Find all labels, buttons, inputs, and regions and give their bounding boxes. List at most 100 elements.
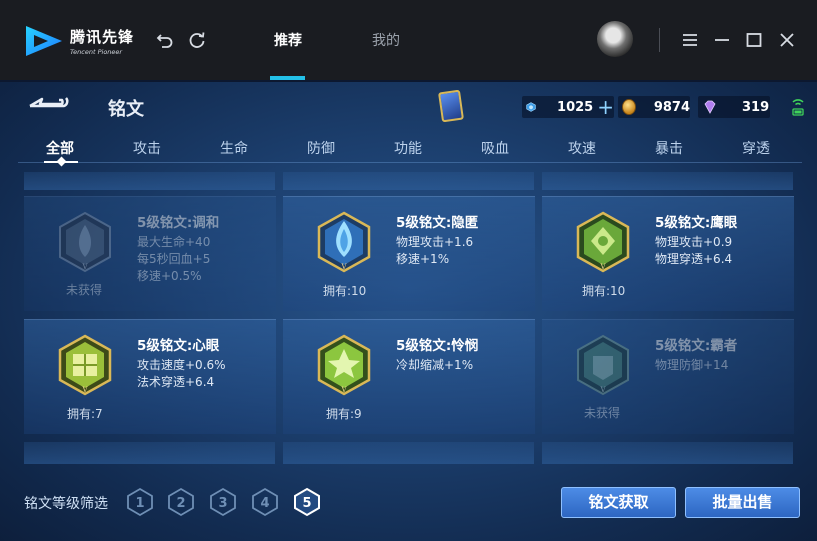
app-logo: 腾讯先锋 Tencent Pioneer xyxy=(24,22,154,60)
rune-icon: V xyxy=(317,334,371,396)
svg-text:V: V xyxy=(599,263,606,271)
category-tab-penetration[interactable]: 穿透 xyxy=(742,138,770,158)
rune-stat: 移速+0.5% xyxy=(137,269,202,283)
rune-card[interactable]: V 5级铭文:怜悯 冷却缩减+1% 拥有:9 xyxy=(283,319,535,434)
category-tab-lifesteal[interactable]: 吸血 xyxy=(481,138,509,158)
coupon-icon xyxy=(526,102,536,112)
logo-cn: 腾讯先锋 xyxy=(70,28,135,46)
level-label: 1 xyxy=(135,496,144,511)
card-partial-bottom xyxy=(283,442,534,464)
level-filter-1[interactable]: 1 xyxy=(126,487,154,517)
rune-card[interactable]: V 5级铭文:心眼 攻击速度+0.6% 法术穿透+6.4 拥有:7 xyxy=(24,319,276,434)
maximize-icon[interactable] xyxy=(744,30,764,50)
menu-icon[interactable] xyxy=(680,30,700,50)
rune-count: 拥有:10 xyxy=(323,284,367,298)
rune-icon: V xyxy=(58,334,112,396)
svg-text:V: V xyxy=(81,386,88,394)
diamond-resource: 319 xyxy=(698,96,770,118)
avatar[interactable] xyxy=(597,21,633,57)
rune-stat: 攻击速度+0.6% xyxy=(137,358,226,372)
category-tab-attack[interactable]: 攻击 xyxy=(133,138,161,158)
close-icon[interactable] xyxy=(777,30,797,50)
rune-stat: 冷却缩减+1% xyxy=(396,358,474,372)
svg-text:V: V xyxy=(340,386,347,394)
level-filter-4[interactable]: 4 xyxy=(251,487,279,517)
rune-name: 5级铭文:怜悯 xyxy=(396,338,479,354)
svg-text:V: V xyxy=(81,263,88,271)
level-filter-3[interactable]: 3 xyxy=(209,487,237,517)
level-label: 3 xyxy=(218,496,227,511)
gold-resource: 9874 xyxy=(618,96,690,118)
rune-icon: V xyxy=(317,211,371,273)
card-partial-bottom xyxy=(24,442,275,464)
page-title: 铭文 xyxy=(108,99,144,120)
svg-text:V: V xyxy=(340,263,347,271)
rune-card[interactable]: V 5级铭文:隐匿 物理攻击+1.6 移速+1% 拥有:10 xyxy=(283,196,535,311)
category-divider xyxy=(18,162,802,163)
category-tabs: 全部 攻击 生命 防御 功能 吸血 攻速 暴击 穿透 xyxy=(18,134,802,164)
card-partial-top xyxy=(24,172,275,190)
rune-card[interactable]: V 5级铭文:鹰眼 物理攻击+0.9 物理穿透+6.4 拥有:10 xyxy=(542,196,794,311)
rune-count: 未获得 xyxy=(584,406,621,420)
logo-en: Tencent Pioneer xyxy=(70,48,123,56)
tab-recommend[interactable]: 推荐 xyxy=(274,30,302,50)
divider xyxy=(659,28,660,52)
rune-name: 5级铭文:隐匿 xyxy=(396,215,479,231)
back-icon[interactable] xyxy=(26,95,70,115)
rune-stat: 最大生命+40 xyxy=(137,235,211,249)
diamond-icon xyxy=(704,100,716,114)
rune-name: 5级铭文:心眼 xyxy=(137,338,220,354)
rune-card[interactable]: V 5级铭文:霸者 物理防御+14 未获得 xyxy=(542,319,794,434)
level-filter-label: 铭文等级筛选 xyxy=(24,496,108,512)
category-tab-attack-speed[interactable]: 攻速 xyxy=(568,138,596,158)
category-tab-health[interactable]: 生命 xyxy=(220,138,248,158)
rune-stat: 物理防御+14 xyxy=(655,358,729,372)
rune-count: 未获得 xyxy=(66,283,103,297)
add-coupon-icon[interactable]: + xyxy=(597,97,614,117)
category-tab-all[interactable]: 全部 xyxy=(46,138,74,158)
rune-count: 拥有:9 xyxy=(326,407,362,421)
level-filter-2[interactable]: 2 xyxy=(167,487,195,517)
rune-count: 拥有:10 xyxy=(582,284,626,298)
card-partial-bottom xyxy=(542,442,793,464)
level-filter-5[interactable]: 5 xyxy=(293,487,321,517)
rune-stat: 物理穿透+6.4 xyxy=(655,252,733,266)
rune-stat: 每5秒回血+5 xyxy=(137,252,211,266)
rune-stat: 物理攻击+0.9 xyxy=(655,235,733,249)
coupon-resource: 1025 + xyxy=(522,96,614,118)
category-tab-defense[interactable]: 防御 xyxy=(307,138,335,158)
tab-mine[interactable]: 我的 xyxy=(372,30,400,50)
signal-icon xyxy=(792,99,804,116)
rune-icon: V xyxy=(577,334,629,396)
level-label: 5 xyxy=(302,496,311,511)
rune-card[interactable]: V 5级铭文:调和 最大生命+40 每5秒回血+5 移速+0.5% 未获得 xyxy=(24,196,276,311)
level-label: 4 xyxy=(260,496,269,511)
card-pack-icon[interactable] xyxy=(438,89,464,123)
rune-name: 5级铭文:霸者 xyxy=(655,338,738,354)
card-partial-top xyxy=(542,172,793,190)
logo-icon xyxy=(26,26,62,56)
rune-name: 5级铭文:鹰眼 xyxy=(655,215,738,231)
rune-stat: 法术穿透+6.4 xyxy=(137,375,215,389)
svg-text:V: V xyxy=(599,386,606,394)
minimize-icon[interactable] xyxy=(712,30,732,50)
rune-count: 拥有:7 xyxy=(67,407,103,421)
get-rune-button[interactable]: 铭文获取 xyxy=(561,487,676,518)
rune-icon: V xyxy=(576,211,630,273)
card-partial-top xyxy=(283,172,534,190)
diamond-value: 319 xyxy=(742,99,770,115)
gold-value: 9874 xyxy=(653,99,690,115)
batch-sell-button[interactable]: 批量出售 xyxy=(685,487,800,518)
gold-coin-icon xyxy=(622,99,636,115)
title-bar: 腾讯先锋 Tencent Pioneer 推荐 我的 xyxy=(0,0,817,80)
refresh-icon[interactable] xyxy=(187,30,207,50)
category-tab-utility[interactable]: 功能 xyxy=(394,138,422,158)
level-label: 2 xyxy=(176,496,185,511)
rune-stat: 移速+1% xyxy=(396,252,450,266)
category-tab-crit[interactable]: 暴击 xyxy=(655,138,683,158)
rune-name: 5级铭文:调和 xyxy=(137,215,220,231)
rune-stat: 物理攻击+1.6 xyxy=(396,235,474,249)
undo-icon[interactable] xyxy=(155,30,175,50)
rune-icon: V xyxy=(59,211,111,273)
coupon-value: 1025 xyxy=(557,99,594,115)
